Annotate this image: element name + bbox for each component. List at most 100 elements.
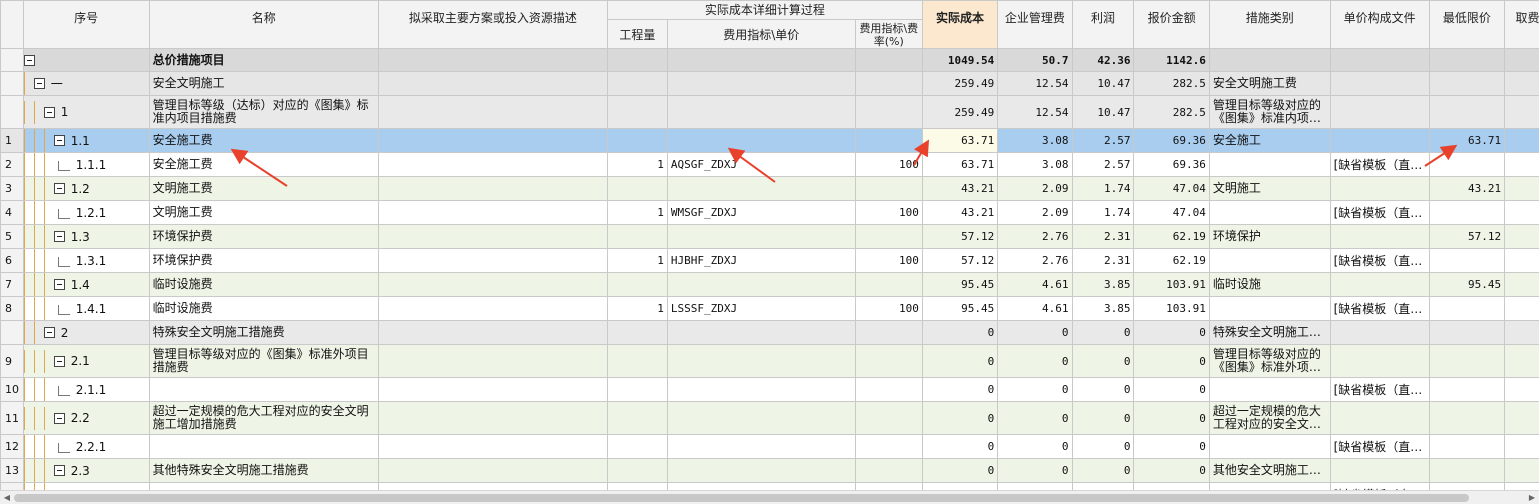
cell-qty[interactable]: 1 (606, 200, 668, 225)
cell-fee-rate[interactable] (854, 320, 923, 345)
row-number[interactable]: 4 (0, 200, 24, 225)
cell-min-price[interactable] (1428, 320, 1506, 345)
collapse-toggle-icon[interactable] (53, 412, 65, 424)
cell-qty[interactable]: 1 (606, 296, 668, 321)
cell-fee-rate[interactable]: 100 (854, 296, 923, 321)
cell-mgmt-fee[interactable]: 0 (997, 344, 1073, 378)
cell-mgmt-fee[interactable]: 4.61 (997, 272, 1073, 297)
header-actual-cost[interactable]: 实际成本 (921, 0, 999, 49)
cell-mgmt-fee[interactable]: 12.54 (997, 95, 1073, 129)
cell-qty[interactable] (606, 95, 668, 129)
cell-seq[interactable]: 2 (22, 320, 150, 345)
header-name[interactable]: 名称 (148, 0, 379, 49)
cell-unit-file[interactable]: [缺省模板（直… (1329, 377, 1430, 402)
cell-profit[interactable]: 0 (1071, 401, 1135, 435)
cell-actual-cost[interactable]: 1049.54 (921, 48, 999, 72)
cell-qty[interactable] (606, 434, 668, 459)
cell-profit[interactable]: 0 (1071, 458, 1135, 483)
cell-min-price[interactable] (1428, 95, 1506, 129)
row-number[interactable]: 11 (0, 401, 24, 435)
cell-category[interactable] (1208, 377, 1331, 402)
cell-qty[interactable] (606, 458, 668, 483)
cell-unit-file[interactable]: [缺省模板（直… (1329, 248, 1430, 273)
cell-name[interactable]: 临时设施费 (148, 272, 379, 297)
cell-unit-file[interactable] (1329, 71, 1430, 96)
table-row[interactable]: 3 1.2 文明施工费 43.21 2.09 1.74 47.04 文明施工 43.21 (0, 176, 1539, 201)
cell-seq[interactable]: 1.2 (22, 176, 150, 201)
table-row[interactable]: 13 2.3 其他特殊安全文明施工措施费 0 0 0 0 其他安全文明施工… (0, 458, 1539, 483)
cell-fee-rate[interactable] (854, 71, 923, 96)
cell-fee-type[interactable] (1504, 320, 1539, 345)
cell-seq[interactable]: 1.1 (22, 128, 150, 153)
cell-profit[interactable]: 0 (1071, 344, 1135, 378)
cell-fee-unit[interactable] (666, 482, 856, 490)
cell-fee-rate[interactable]: 100 (854, 200, 923, 225)
cell-min-price[interactable] (1428, 401, 1506, 435)
cell-desc[interactable] (377, 401, 608, 435)
cell-profit[interactable]: 2.31 (1071, 248, 1135, 273)
cell-quote[interactable]: 282.5 (1133, 95, 1210, 129)
header-rowno[interactable] (0, 0, 24, 49)
cell-fee-type[interactable] (1504, 434, 1539, 459)
cell-min-price[interactable] (1428, 377, 1506, 402)
cell-quote[interactable]: 47.04 (1133, 176, 1210, 201)
header-unit-file[interactable]: 单价构成文件 (1329, 0, 1430, 49)
cell-actual-cost[interactable]: 0 (921, 434, 999, 459)
horizontal-scrollbar[interactable]: ◀ ▶ (0, 490, 1539, 504)
cell-category[interactable]: 安全文明施工费 (1208, 71, 1331, 96)
row-number[interactable]: 13 (0, 458, 24, 483)
cell-fee-type[interactable] (1504, 95, 1539, 129)
cell-name[interactable]: 文明施工费 (148, 176, 379, 201)
cell-fee-unit[interactable] (666, 224, 856, 249)
cell-profit[interactable]: 1.74 (1071, 176, 1135, 201)
cell-quote[interactable]: 47.04 (1133, 200, 1210, 225)
cell-quote[interactable]: 0 (1133, 401, 1210, 435)
cell-quote[interactable]: 62.19 (1133, 224, 1210, 249)
cell-fee-unit[interactable]: WMSGF_ZDXJ (666, 200, 856, 225)
cell-seq[interactable]: 1.3.1 (22, 248, 150, 273)
cell-mgmt-fee[interactable]: 2.09 (997, 200, 1073, 225)
cell-desc[interactable] (377, 200, 608, 225)
cell-fee-unit[interactable]: HJBHF_ZDXJ (666, 248, 856, 273)
table-row[interactable]: 5 1.3 环境保护费 57.12 2.76 2.31 62.19 环境保护 57.12 (0, 224, 1539, 249)
scroll-right-icon[interactable]: ▶ (1527, 493, 1537, 503)
cell-actual-cost[interactable]: 259.49 (921, 95, 999, 129)
cell-fee-type[interactable] (1504, 200, 1539, 225)
cell-min-price[interactable] (1428, 458, 1506, 483)
table-row[interactable]: 12 2.2.1 0 0 0 0 [缺省模板（直… (0, 434, 1539, 459)
cell-mgmt-fee[interactable]: 0 (997, 458, 1073, 483)
row-number[interactable] (0, 48, 24, 72)
cell-profit[interactable]: 10.47 (1071, 71, 1135, 96)
row-number[interactable]: 6 (0, 248, 24, 273)
cell-name[interactable]: 超过一定规模的危大工程对应的安全文明施工增加措施费 (148, 401, 379, 435)
cell-fee-rate[interactable] (854, 128, 923, 153)
header-mgmt-fee[interactable]: 企业管理费 (997, 0, 1073, 49)
cell-fee-rate[interactable] (854, 458, 923, 483)
cell-quote[interactable]: 62.19 (1133, 248, 1210, 273)
cell-desc[interactable] (377, 48, 608, 72)
cell-fee-type[interactable] (1504, 248, 1539, 273)
cell-fee-type[interactable] (1504, 377, 1539, 402)
cell-fee-unit[interactable] (666, 95, 856, 129)
collapse-toggle-icon[interactable] (43, 327, 55, 338)
table-row[interactable]: 1 管理目标等级（达标）对应的《图集》标准内项目措施费 259.49 12.54 10.… (0, 95, 1539, 129)
cell-fee-type[interactable] (1504, 71, 1539, 96)
cell-desc[interactable] (377, 458, 608, 483)
cell-desc[interactable] (377, 344, 608, 378)
cell-seq[interactable]: 1 (22, 95, 150, 129)
row-number[interactable]: 7 (0, 272, 24, 297)
cell-min-price[interactable]: 95.45 (1428, 272, 1506, 297)
cell-category[interactable]: 安全施工 (1208, 128, 1331, 153)
cell-fee-unit[interactable] (666, 458, 856, 483)
cell-mgmt-fee[interactable]: 3.08 (997, 152, 1073, 177)
cell-fee-rate[interactable] (854, 48, 923, 72)
cell-fee-rate[interactable] (854, 344, 923, 378)
cell-seq[interactable]: 一 (22, 71, 150, 96)
cell-profit[interactable]: 3.85 (1071, 296, 1135, 321)
cell-seq[interactable]: 2.1 (22, 344, 150, 378)
cell-unit-file[interactable]: [缺省模板（直… (1329, 296, 1430, 321)
cell-seq[interactable]: 2.1.1 (22, 377, 150, 402)
cell-category[interactable] (1208, 200, 1331, 225)
cell-qty[interactable] (606, 482, 668, 490)
collapse-toggle-icon[interactable] (53, 135, 65, 146)
